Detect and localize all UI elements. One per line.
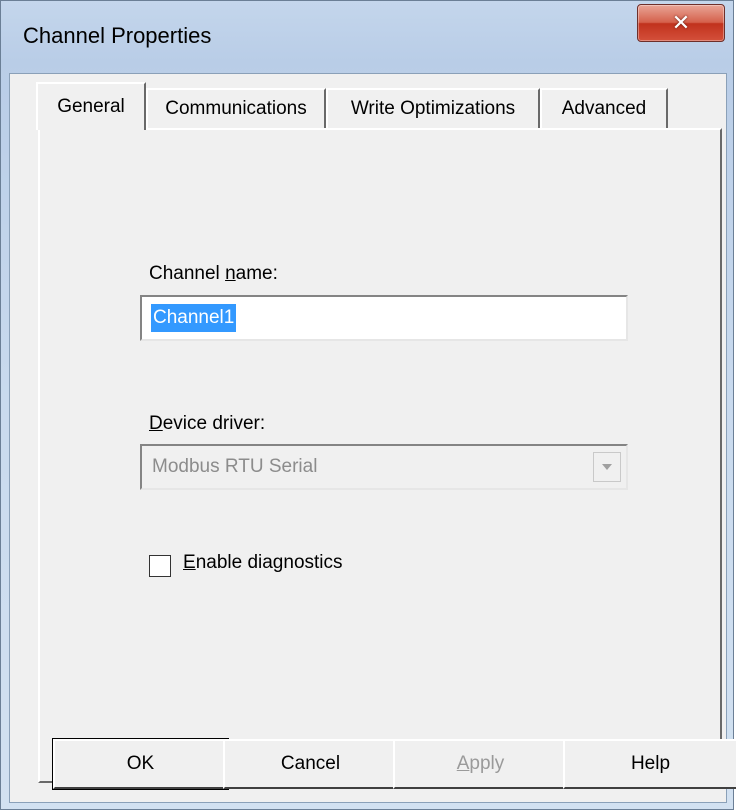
tab-write-optimizations-label: Write Optimizations xyxy=(350,98,516,119)
dropdown-button[interactable] xyxy=(593,452,621,482)
dialog-title: Channel Properties xyxy=(23,23,212,48)
tab-communications-label: Communications xyxy=(165,98,307,119)
close-button[interactable]: ✕ xyxy=(637,4,725,42)
channel-name-value: Channel1 xyxy=(151,304,237,332)
chevron-down-icon xyxy=(602,464,612,470)
enable-diagnostics-label[interactable]: Enable diagnostics xyxy=(183,552,343,574)
apply-button[interactable]: Apply xyxy=(393,739,568,789)
enable-diagnostics-checkbox[interactable] xyxy=(149,555,171,577)
device-driver-label: Device driver: xyxy=(149,413,266,434)
tab-general[interactable]: General xyxy=(36,82,146,130)
channel-name-label: Channel name: xyxy=(149,263,278,284)
help-button[interactable]: Help xyxy=(563,739,736,789)
close-icon: ✕ xyxy=(671,10,691,35)
device-driver-select[interactable]: Modbus RTU Serial xyxy=(140,444,628,490)
dialog-client-area: General Communications Write Optimizatio… xyxy=(9,73,727,803)
cancel-button[interactable]: Cancel xyxy=(223,739,398,789)
tab-advanced-label: Advanced xyxy=(561,98,647,119)
tab-write-optimizations[interactable]: Write Optimizations xyxy=(326,88,540,128)
tab-communications[interactable]: Communications xyxy=(146,88,326,128)
tab-general-label: General xyxy=(57,96,125,117)
tab-advanced[interactable]: Advanced xyxy=(540,88,668,128)
dialog-window: Channel Properties ✕ General Communicati… xyxy=(0,0,736,810)
channel-name-input[interactable]: Channel1 xyxy=(140,295,628,341)
ok-button[interactable]: OK xyxy=(52,738,229,790)
device-driver-value: Modbus RTU Serial xyxy=(152,456,318,477)
